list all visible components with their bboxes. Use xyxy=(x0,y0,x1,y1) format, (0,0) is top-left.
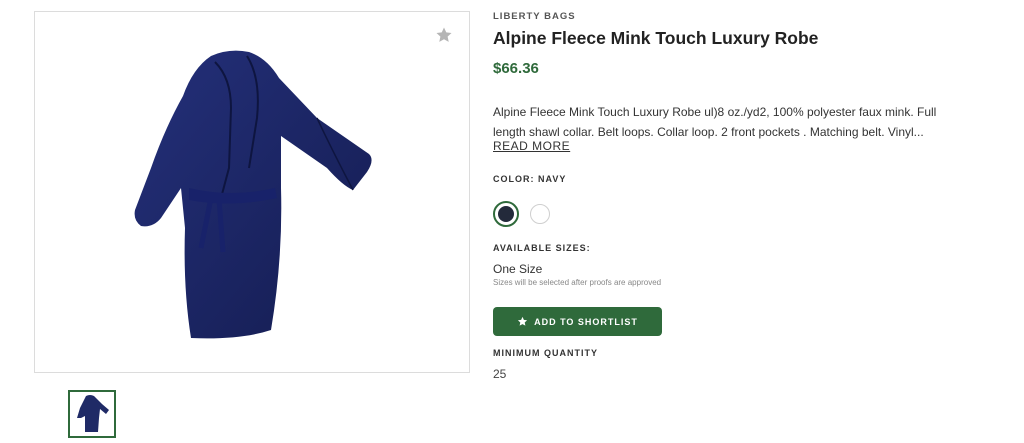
product-thumbnail[interactable] xyxy=(68,390,116,438)
add-to-shortlist-label: ADD TO SHORTLIST xyxy=(534,316,638,327)
product-price: $66.36 xyxy=(493,60,539,77)
swatch-navy[interactable] xyxy=(493,201,519,227)
star-icon xyxy=(517,316,528,327)
minimum-quantity-label: MINIMUM QUANTITY xyxy=(493,348,598,358)
favorite-star-icon[interactable] xyxy=(435,26,453,44)
minimum-quantity-value: 25 xyxy=(493,367,507,381)
size-value: One Size xyxy=(493,262,543,276)
color-label: COLOR: NAVY xyxy=(493,174,567,184)
swatch-navy-fill xyxy=(498,206,514,222)
robe-image xyxy=(134,50,372,339)
add-to-shortlist-button[interactable]: ADD TO SHORTLIST xyxy=(493,307,662,336)
product-title: Alpine Fleece Mink Touch Luxury Robe xyxy=(493,28,819,48)
product-description: Alpine Fleece Mink Touch Luxury Robe ul)… xyxy=(493,105,937,139)
size-note: Sizes will be selected after proofs are … xyxy=(493,278,662,287)
sizes-label: AVAILABLE SIZES: xyxy=(493,243,591,253)
robe-thumbnail-image xyxy=(77,395,109,432)
product-main-image xyxy=(34,11,470,373)
read-more-link[interactable]: READ MORE xyxy=(493,139,570,153)
swatch-white[interactable] xyxy=(530,204,550,224)
brand-name: LIBERTY BAGS xyxy=(493,11,576,22)
